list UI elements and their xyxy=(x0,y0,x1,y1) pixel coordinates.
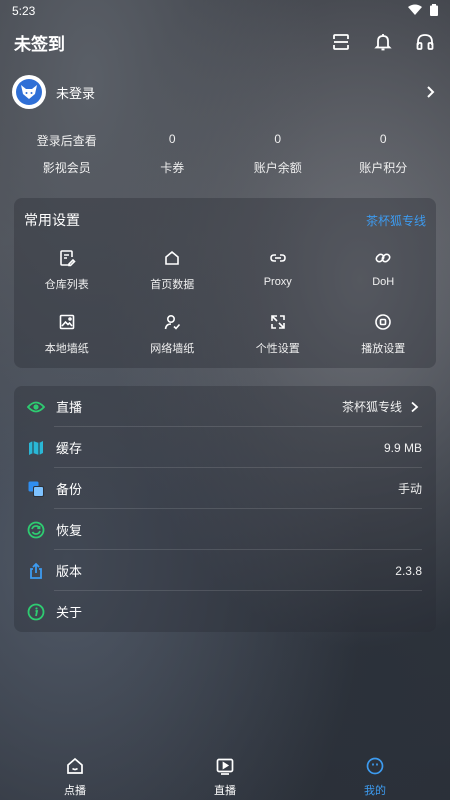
stat-balance[interactable]: 0 账户余额 xyxy=(225,132,331,176)
setting-label: 仓库列表 xyxy=(44,279,89,291)
setting-label: 网络墙纸 xyxy=(150,343,195,355)
stat-value: 0 xyxy=(274,132,282,146)
wifi-icon xyxy=(408,4,422,19)
bottom-nav: 点播 直播 我的 xyxy=(0,754,450,800)
setting-doh[interactable]: DoH xyxy=(331,248,437,296)
list-item-live[interactable]: 直播 茶杯狐专线 xyxy=(26,386,422,427)
image-icon xyxy=(57,312,77,332)
list-value: 9.9 MB xyxy=(383,440,422,455)
list-label: 关于 xyxy=(56,605,83,620)
setting-label: 本地墙纸 xyxy=(44,343,89,355)
stat-vip[interactable]: 登录后查看 影视会员 xyxy=(14,132,120,176)
setting-personalize[interactable]: 个性设置 xyxy=(225,312,331,360)
tab-live[interactable]: 直播 xyxy=(150,754,300,800)
list-item-about[interactable]: 关于 xyxy=(26,591,422,632)
tab-mine[interactable]: 我的 xyxy=(300,754,450,800)
eye-icon xyxy=(26,397,46,417)
fox-logo-icon xyxy=(16,79,42,105)
profile-row[interactable]: 未登录 xyxy=(12,74,438,110)
list-item-restore[interactable]: 恢复 xyxy=(26,509,422,550)
setting-label: 个性设置 xyxy=(255,343,300,355)
setting-label: 首页数据 xyxy=(150,279,195,291)
list-label: 直播 xyxy=(56,400,83,415)
expand-icon xyxy=(268,312,288,332)
bell-icon[interactable] xyxy=(372,31,394,53)
stat-label: 卡券 xyxy=(160,161,185,175)
login-status: 未登录 xyxy=(56,85,96,101)
stat-coupons[interactable]: 0 卡券 xyxy=(120,132,226,176)
list-item-backup[interactable]: 备份 手动 xyxy=(26,468,422,509)
home-icon xyxy=(162,248,182,268)
avatar[interactable] xyxy=(12,75,46,109)
stat-label: 账户余额 xyxy=(253,161,302,175)
battery-icon xyxy=(430,3,438,19)
stat-points[interactable]: 0 账户积分 xyxy=(331,132,437,176)
scan-icon[interactable] xyxy=(330,31,352,53)
chevron-right-icon[interactable] xyxy=(422,84,438,100)
stat-value: 0 xyxy=(168,132,176,146)
list-label: 恢复 xyxy=(56,523,83,538)
list-label: 版本 xyxy=(56,564,83,579)
refresh-icon xyxy=(26,520,46,540)
play-circle-icon xyxy=(373,312,393,332)
sign-in-status[interactable]: 未签到 xyxy=(14,30,330,55)
headphones-icon[interactable] xyxy=(414,31,436,53)
setting-proxy[interactable]: Proxy xyxy=(225,248,331,296)
list-value: 手动 xyxy=(397,482,422,496)
share-icon xyxy=(26,561,46,581)
chain-icon xyxy=(373,248,393,268)
copy-icon xyxy=(26,479,46,499)
smile-icon xyxy=(365,756,385,779)
stat-label: 影视会员 xyxy=(42,161,91,175)
list-value: 2.3.8 xyxy=(395,563,422,578)
link-icon xyxy=(268,248,288,268)
list-label: 缓存 xyxy=(56,441,83,456)
settings-title: 常用设置 xyxy=(24,212,80,228)
account-stats: 登录后查看 影视会员 0 卡券 0 账户余额 0 账户积分 xyxy=(14,132,436,180)
setting-playback[interactable]: 播放设置 xyxy=(331,312,437,360)
stat-value: 0 xyxy=(379,132,387,146)
play-box-icon xyxy=(215,756,235,779)
chevron-right-icon xyxy=(410,400,422,414)
list-value: 茶杯狐专线 xyxy=(341,400,402,414)
home-tv-icon xyxy=(65,756,85,779)
edit-doc-icon xyxy=(57,248,77,268)
user-check-icon xyxy=(162,312,182,332)
setting-label: Proxy xyxy=(263,276,292,288)
status-bar: 5:23 xyxy=(0,0,450,22)
list-item-version[interactable]: 版本 2.3.8 xyxy=(26,550,422,591)
setting-repo-list[interactable]: 仓库列表 xyxy=(14,248,120,296)
stat-label: 账户积分 xyxy=(359,161,408,175)
setting-label: 播放设置 xyxy=(361,343,406,355)
tab-label: 直播 xyxy=(214,785,236,797)
list-item-cache[interactable]: 缓存 9.9 MB xyxy=(26,427,422,468)
app-header: 未签到 xyxy=(14,26,436,58)
list-label: 备份 xyxy=(56,482,83,497)
info-icon xyxy=(26,602,46,622)
settings-list: 直播 茶杯狐专线 缓存 9.9 MB 备份 手动 恢复 版本 2.3.8 关于 xyxy=(14,386,436,632)
map-icon xyxy=(26,438,46,458)
setting-label: DoH xyxy=(372,276,395,288)
stat-value: 登录后查看 xyxy=(36,134,97,148)
tab-vod[interactable]: 点播 xyxy=(0,754,150,800)
status-time: 5:23 xyxy=(12,4,36,18)
setting-home-data[interactable]: 首页数据 xyxy=(120,248,226,296)
common-settings-card: 常用设置 茶杯狐专线 仓库列表 首页数据 Proxy DoH 本地墙纸 网络墙纸… xyxy=(14,198,436,368)
source-link[interactable]: 茶杯狐专线 xyxy=(366,212,426,229)
setting-network-wallpaper[interactable]: 网络墙纸 xyxy=(120,312,226,360)
tab-label: 我的 xyxy=(364,785,386,797)
tab-label: 点播 xyxy=(64,785,86,797)
setting-local-wallpaper[interactable]: 本地墙纸 xyxy=(14,312,120,360)
